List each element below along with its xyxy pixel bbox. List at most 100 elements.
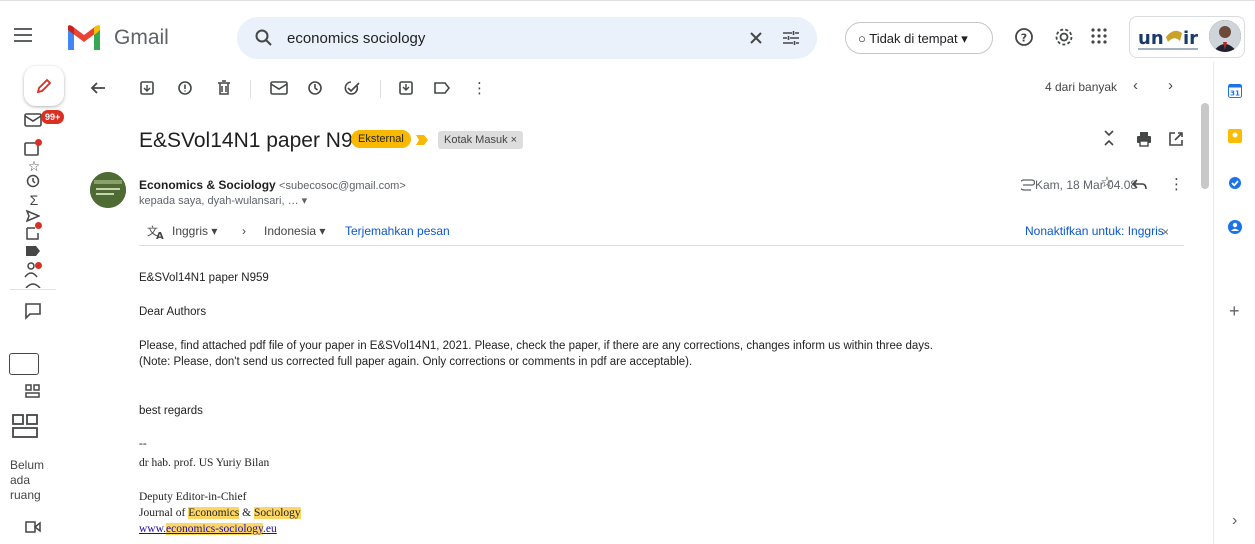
print-icon[interactable] xyxy=(1136,131,1152,147)
meet-video-icon[interactable] xyxy=(25,520,41,534)
journal-prefix: Journal of xyxy=(139,507,189,519)
external-label: Eksternal xyxy=(351,130,411,148)
label-as-icon[interactable] xyxy=(434,82,450,94)
open-new-window-icon[interactable] xyxy=(1168,131,1184,147)
signature-title: Deputy Editor-in-Chief xyxy=(139,491,247,503)
chevron-down-icon: ▾ xyxy=(961,31,968,46)
message-more-options-icon[interactable]: ⋮ xyxy=(1169,175,1184,193)
account-avatar[interactable] xyxy=(1209,20,1241,52)
no-space-line1: Belum xyxy=(10,458,45,472)
email-subject: E&SVol14N1 paper N959 xyxy=(139,129,376,152)
journal-website-link[interactable]: www.economics-sociology.eu xyxy=(139,523,277,535)
add-addon-icon[interactable]: + xyxy=(1229,302,1240,320)
svg-text:A: A xyxy=(156,231,164,240)
recipients-text: kepada saya, dyah-wulansari, … xyxy=(139,195,299,207)
search-bar[interactable]: economics sociology xyxy=(237,17,817,59)
notification-dot xyxy=(35,139,42,146)
important-icon[interactable]: Σ xyxy=(24,193,44,207)
target-language: Indonesia xyxy=(264,224,317,238)
spaces-icon[interactable] xyxy=(25,384,41,398)
compose-button[interactable] xyxy=(24,66,64,106)
search-input[interactable]: economics sociology xyxy=(287,30,425,47)
target-language-dropdown[interactable]: Indonesia ▾ xyxy=(264,224,325,238)
translate-bar: 文 A Inggris ▾ › Indonesia ▾ Terjemahkan … xyxy=(139,218,1184,246)
unread-badge: 99+ xyxy=(41,110,65,124)
back-arrow-icon[interactable] xyxy=(90,81,106,95)
body-line-subject: E&SVol14N1 paper N959 xyxy=(139,272,269,284)
mark-unread-icon[interactable] xyxy=(270,81,288,95)
message-counter: 4 dari banyak xyxy=(1045,80,1118,94)
show-details-chevron-icon[interactable]: ▾ xyxy=(302,195,308,207)
snooze-clock-icon[interactable] xyxy=(307,80,323,96)
url-prefix: www. xyxy=(139,523,167,535)
spaces-box-icon[interactable] xyxy=(9,353,39,375)
move-to-icon[interactable] xyxy=(398,80,414,96)
status-label: Tidak di tempat xyxy=(869,31,958,46)
body-greeting: Dear Authors xyxy=(139,306,207,318)
add-task-icon[interactable] xyxy=(343,80,361,96)
older-chevron-icon[interactable]: › xyxy=(1168,77,1173,94)
sender-email: <subecosoc@gmail.com> xyxy=(279,180,406,192)
no-space-line3: ruang xyxy=(10,488,41,502)
more-options-icon[interactable]: ⋮ xyxy=(472,79,487,97)
collapse-all-icon[interactable] xyxy=(1102,129,1116,147)
pencil-icon xyxy=(36,78,52,94)
spaces-large-icon[interactable] xyxy=(12,414,38,438)
main-menu-icon[interactable] xyxy=(14,28,32,42)
target-chevron-icon: ▾ xyxy=(319,224,326,238)
tasks-icon[interactable] xyxy=(1228,176,1242,190)
archive-icon[interactable] xyxy=(139,80,155,96)
report-spam-icon[interactable] xyxy=(177,80,193,96)
more-partial-icon[interactable] xyxy=(24,280,42,288)
translate-icon: 文 A xyxy=(147,224,164,240)
recipients-line[interactable]: kepada saya, dyah-wulansari, … ▾ xyxy=(139,194,307,207)
sender-name[interactable]: Economics & Sociology xyxy=(139,178,276,192)
rail-divider xyxy=(10,289,56,290)
close-translate-icon[interactable]: × xyxy=(1162,225,1169,239)
svg-text:un: un xyxy=(1138,28,1164,49)
snoozed-clock-icon[interactable] xyxy=(26,174,40,188)
sender-avatar[interactable] xyxy=(90,172,126,208)
star-icon[interactable]: ☆ xyxy=(1097,175,1117,190)
translate-message-link[interactable]: Terjemahkan pesan xyxy=(345,224,450,238)
calendar-icon[interactable]: 31 xyxy=(1228,84,1242,98)
delete-trash-icon[interactable] xyxy=(216,80,232,96)
reply-icon[interactable] xyxy=(1131,178,1147,190)
inbox-label[interactable]: Kotak Masuk × xyxy=(438,131,524,149)
sent-icon[interactable] xyxy=(26,209,40,223)
arrow-right-icon: › xyxy=(242,224,246,238)
clear-search-icon[interactable] xyxy=(749,31,763,45)
body-paragraph-1: Please, find attached pdf file of your p… xyxy=(139,340,933,352)
status-circle-icon: ○ xyxy=(858,31,870,46)
toolbar-divider xyxy=(250,80,251,98)
status-dropdown[interactable]: ○ Tidak di tempat ▾ xyxy=(845,22,993,54)
importance-marker-icon[interactable] xyxy=(415,134,429,146)
svg-text:ir: ir xyxy=(1183,28,1198,49)
body-regards: best regards xyxy=(139,405,203,417)
expand-side-panel-icon[interactable]: › xyxy=(1232,512,1237,530)
disable-translation-link[interactable]: Nonaktifkan untuk: Inggris xyxy=(1025,224,1164,238)
search-icon[interactable] xyxy=(255,29,273,47)
chat-bubble-icon[interactable] xyxy=(24,302,42,320)
source-language-dropdown[interactable]: Inggris ▾ xyxy=(172,224,217,238)
sender-line[interactable]: Economics & Sociology <subecosoc@gmail.c… xyxy=(139,178,406,192)
contacts-app-icon[interactable] xyxy=(1228,220,1242,234)
label-icon[interactable] xyxy=(25,245,41,257)
starred-icon[interactable]: ☆ xyxy=(24,159,44,173)
journal-cover-image xyxy=(90,172,126,208)
remove-label-icon[interactable]: × xyxy=(511,134,517,146)
side-panel-divider xyxy=(1213,62,1214,544)
source-language: Inggris xyxy=(172,224,209,238)
newer-chevron-icon[interactable]: ‹ xyxy=(1133,77,1138,94)
scrollbar-thumb[interactable] xyxy=(1201,103,1209,189)
settings-gear-icon[interactable] xyxy=(1053,26,1075,48)
signature-journal: Journal of Economics & Sociology xyxy=(139,507,301,519)
drafts-dot xyxy=(35,222,42,229)
gmail-logo-icon[interactable] xyxy=(66,24,102,57)
apps-grid-icon[interactable] xyxy=(1091,28,1107,44)
svg-text:?: ? xyxy=(1021,32,1027,45)
search-options-icon[interactable] xyxy=(782,29,800,47)
inbox-mail-icon[interactable] xyxy=(24,112,42,128)
help-icon[interactable]: ? xyxy=(1014,27,1034,47)
keep-icon[interactable] xyxy=(1228,129,1242,143)
